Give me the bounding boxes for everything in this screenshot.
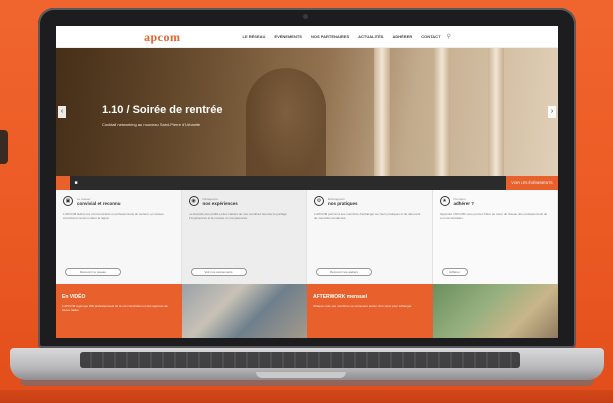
- feature-text: L'APCOM fédère les communicants et profe…: [63, 212, 164, 221]
- nav-item-reseau[interactable]: Le réseau: [243, 34, 266, 39]
- feature-button[interactable]: Voir nos événements: [190, 268, 247, 276]
- event-photo: [181, 284, 307, 338]
- video-card[interactable]: En VIDÉO L'APCOM regroupe 200 profession…: [56, 284, 182, 338]
- card-text: L'APCOM regroupe 200 professionnels de l…: [62, 304, 168, 312]
- column-decor: [374, 48, 390, 176]
- feature-title: convivial et reconnu: [77, 200, 121, 206]
- feature-title: adhérer ?: [453, 200, 475, 206]
- feature-button[interactable]: Découvrir le réseau: [65, 268, 121, 276]
- feature-card: ◉ Partageons nos expériences La diversit…: [181, 190, 307, 284]
- feature-title: nos pratiques: [328, 200, 358, 206]
- laptop-shadow: [20, 380, 594, 386]
- chevron-right-icon[interactable]: ›: [548, 106, 556, 118]
- afterwork-card[interactable]: AFTERWORK mensuel Chaque mois, les membr…: [307, 284, 433, 338]
- outdoor-photo: [432, 284, 558, 338]
- card-text: Chaque mois, les membres se retrouvent a…: [313, 304, 413, 308]
- chevron-left-icon[interactable]: ‹: [58, 106, 66, 118]
- nav-item-contact[interactable]: Contact: [421, 34, 440, 39]
- feature-card: ⚙ Échangeons nos pratiques L'APCOM perme…: [307, 190, 433, 284]
- features-row: ▣ Le réseau convivial et reconnu L'APCOM…: [56, 190, 558, 284]
- search-icon[interactable]: ⚲: [447, 33, 451, 40]
- nav-menu: Le réseau Événements Nos partenaires Act…: [243, 34, 441, 39]
- feature-card: ★ Pourquoi adhérer ? Rejoindre l'APCOM v…: [432, 190, 558, 284]
- feature-text: Rejoindre l'APCOM vous permet d'être au …: [439, 212, 548, 221]
- feature-text: La diversité des profils et des métiers …: [188, 212, 287, 221]
- slider-bar: ■ Voir les événements: [56, 176, 558, 190]
- laptop-notch: [256, 372, 346, 378]
- feature-button[interactable]: Adhérer: [441, 268, 468, 276]
- site-nav: apcom Le réseau Événements Nos partenair…: [56, 26, 558, 48]
- slider-indicator[interactable]: ■: [70, 176, 82, 190]
- briefcase-icon: ▣: [63, 196, 73, 206]
- network-icon: ★: [439, 196, 450, 206]
- bottom-row: En VIDÉO L'APCOM regroupe 200 profession…: [56, 284, 558, 338]
- laptop-lid: apcom Le réseau Événements Nos partenair…: [38, 8, 576, 348]
- eye-icon: ◉: [188, 196, 199, 206]
- feature-title: nos expériences: [202, 200, 238, 206]
- keyboard: [80, 352, 520, 368]
- camera-icon: [303, 14, 308, 19]
- nav-item-evenements[interactable]: Événements: [274, 34, 302, 39]
- site-logo[interactable]: apcom: [144, 30, 181, 44]
- gear-icon: ⚙: [314, 196, 324, 206]
- statue-image: [246, 68, 326, 176]
- feature-card: ▣ Le réseau convivial et reconnu L'APCOM…: [56, 190, 182, 284]
- nav-item-actualites[interactable]: Actualités: [358, 34, 383, 39]
- column-decor: [488, 48, 504, 176]
- card-title: AFTERWORK mensuel: [313, 294, 368, 300]
- laptop-screen: apcom Le réseau Événements Nos partenair…: [56, 26, 558, 338]
- card-title: En VIDÉO: [62, 294, 86, 300]
- nav-item-adherer[interactable]: Adhérer: [392, 34, 412, 39]
- slider-indicator-active[interactable]: [56, 176, 70, 190]
- events-cta-button[interactable]: Voir les événements: [506, 176, 558, 190]
- hero-title: 1.10 / Soirée de rentrée: [102, 104, 223, 116]
- column-decor: [434, 48, 450, 176]
- hero-slider: 1.10 / Soirée de rentrée Cocktail networ…: [56, 48, 558, 176]
- feature-button[interactable]: Découvrir les ateliers: [316, 268, 372, 276]
- table-surface: [0, 390, 613, 403]
- photo-scene: apcom Le réseau Événements Nos partenair…: [0, 0, 613, 403]
- logo-text: apcom: [144, 30, 181, 44]
- nav-item-partenaires[interactable]: Nos partenaires: [311, 34, 349, 39]
- feature-text: L'APCOM permet à ses membres d'échanger …: [314, 212, 421, 221]
- hero-subtitle: Cocktail networking au nouveau Saint-Pie…: [102, 122, 201, 127]
- mug-edge: [0, 130, 8, 164]
